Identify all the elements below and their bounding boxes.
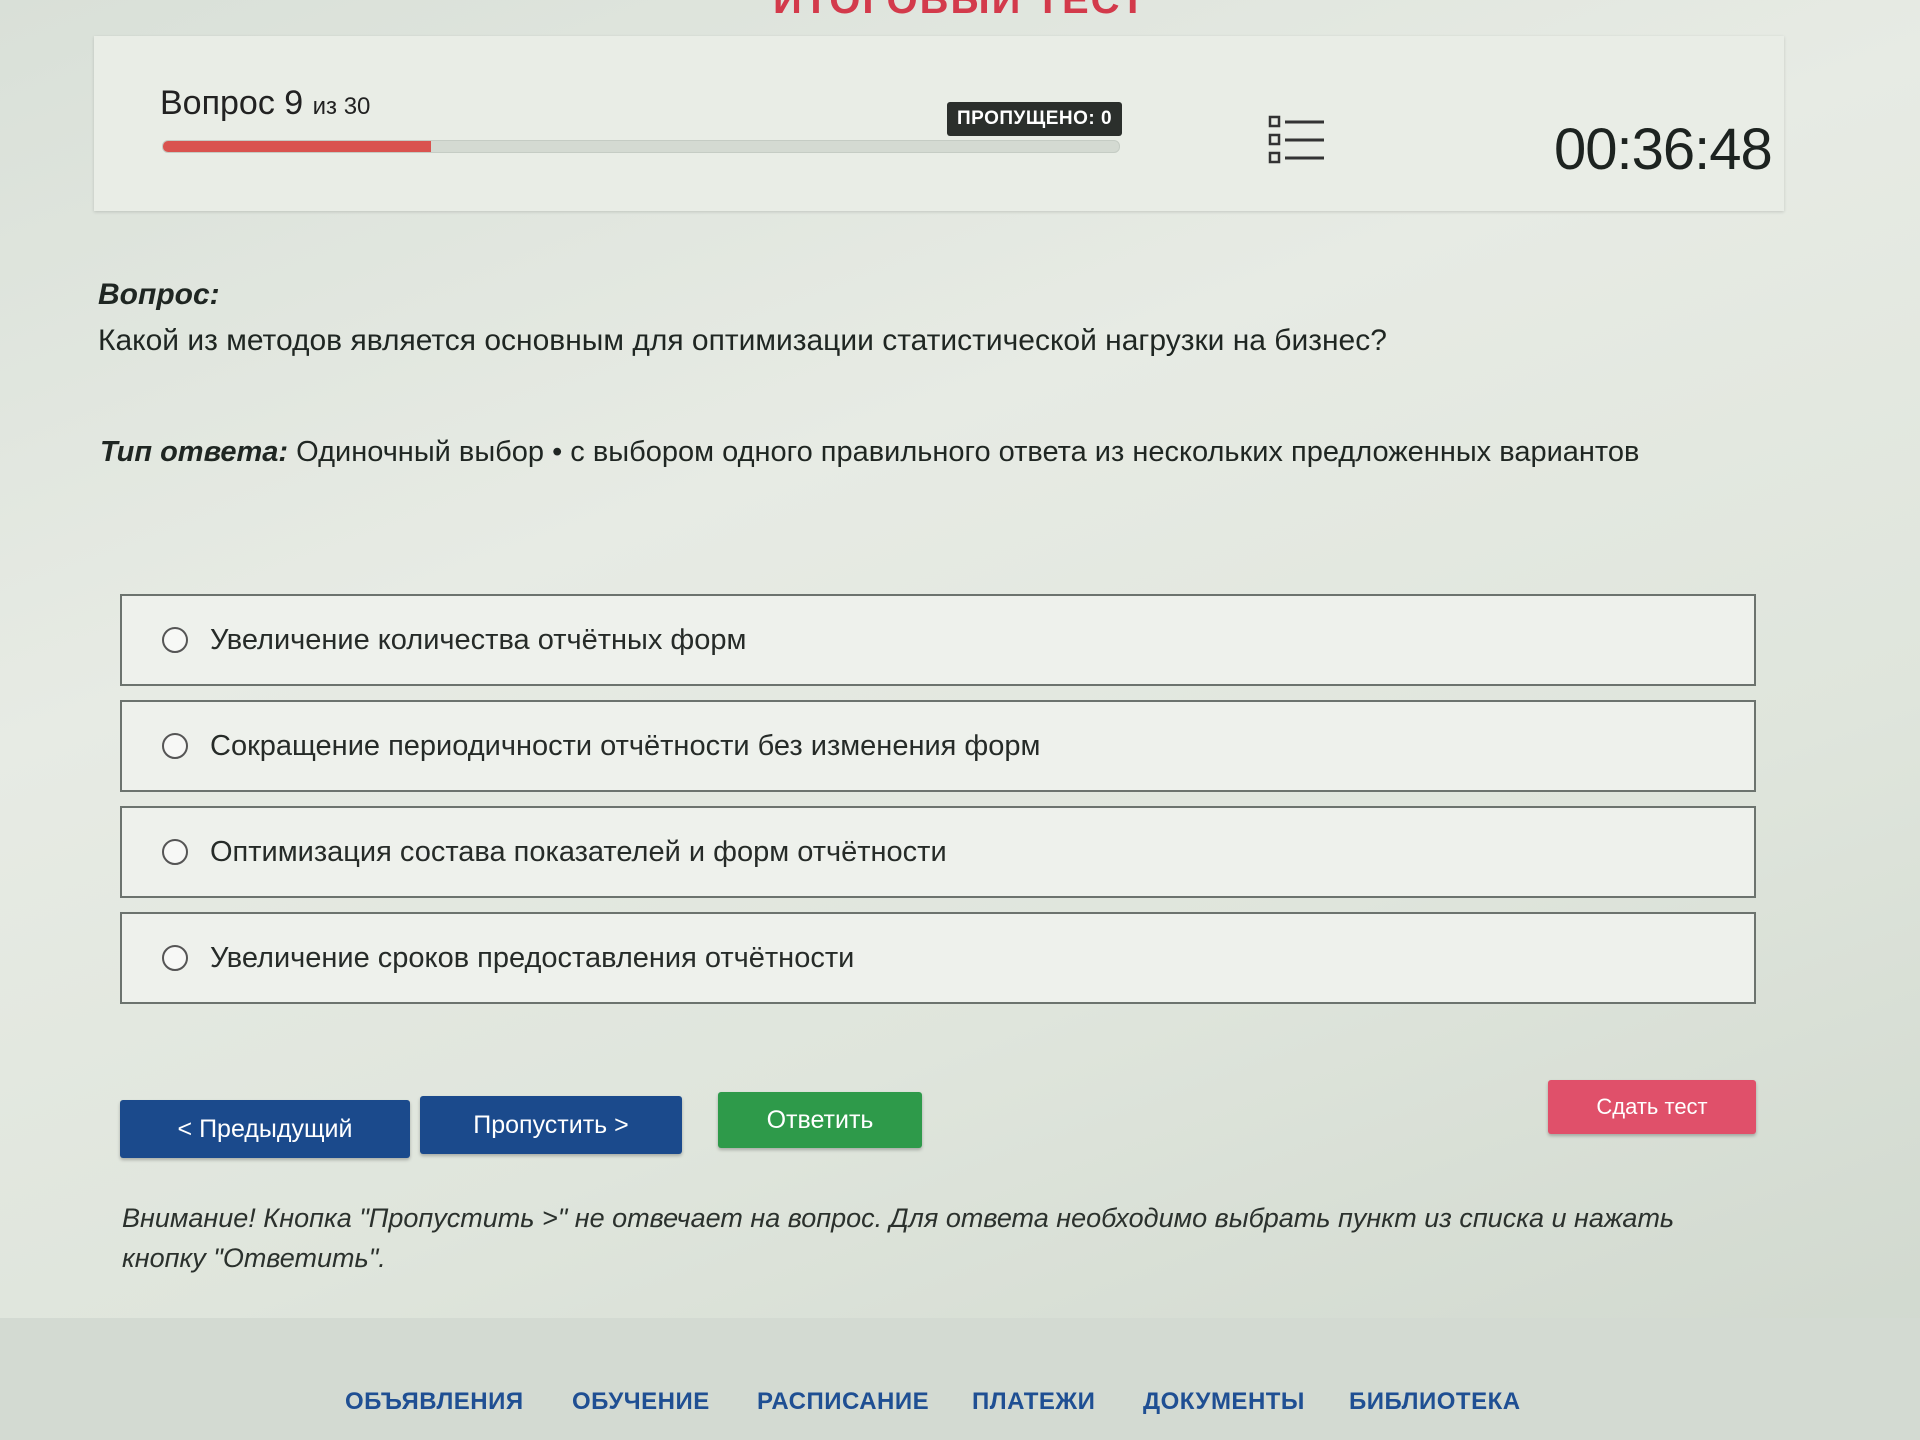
- question-number: Вопрос 9: [160, 84, 304, 122]
- answer-type-label: Тип ответа:: [100, 436, 289, 468]
- nav-item-documents[interactable]: ДОКУМЕНТЫ: [1143, 1388, 1305, 1416]
- answer-options: Увеличение количества отчётных форм Сокр…: [120, 594, 1756, 1018]
- nav-item-announcements[interactable]: ОБЪЯВЛЕНИЯ: [345, 1388, 524, 1416]
- test-header-panel: Вопрос 9 из 30 ПРОПУЩЕНО: 0 00:36:48: [94, 36, 1784, 211]
- question-total: из 30: [312, 93, 371, 120]
- submit-test-button[interactable]: Сдать тест: [1548, 1080, 1756, 1134]
- countdown-timer: 00:36:48: [1554, 117, 1773, 182]
- answer-option-label: Сокращение периодичности отчётности без …: [210, 729, 1041, 762]
- answer-type: Тип ответа: Одиночный выбор • с выбором …: [100, 436, 1639, 469]
- answer-type-text: Одиночный выбор • с выбором одного прави…: [288, 436, 1640, 468]
- progress-bar: [162, 140, 1120, 153]
- radio-button[interactable]: [162, 945, 188, 971]
- question-text: Какой из методов является основным для о…: [98, 324, 1387, 357]
- nav-item-learning[interactable]: ОБУЧЕНИЕ: [572, 1388, 710, 1416]
- radio-button[interactable]: [162, 733, 188, 759]
- question-counter: Вопрос 9 из 30: [160, 84, 370, 123]
- answer-option[interactable]: Сокращение периодичности отчётности без …: [120, 700, 1756, 792]
- radio-button[interactable]: [162, 839, 188, 865]
- radio-button[interactable]: [162, 627, 188, 653]
- answer-option-label: Оптимизация состава показателей и форм о…: [210, 835, 947, 868]
- answer-option-label: Увеличение количества отчётных форм: [210, 623, 747, 656]
- page-heading: ИТОГОВЫЙ ТЕСТ: [773, 0, 1147, 22]
- answer-option[interactable]: Оптимизация состава показателей и форм о…: [120, 806, 1756, 898]
- answer-button[interactable]: Ответить: [718, 1092, 922, 1148]
- skipped-count-badge: ПРОПУЩЕНО: 0: [947, 102, 1123, 136]
- skip-button[interactable]: Пропустить >: [420, 1096, 682, 1154]
- previous-button[interactable]: < Предыдущий: [120, 1100, 410, 1158]
- answer-option-label: Увеличение сроков предоставления отчётно…: [210, 941, 855, 974]
- answer-option[interactable]: Увеличение количества отчётных форм: [120, 594, 1756, 686]
- answer-option[interactable]: Увеличение сроков предоставления отчётно…: [120, 912, 1756, 1004]
- footer-nav: ОБЪЯВЛЕНИЯ ОБУЧЕНИЕ РАСПИСАНИЕ ПЛАТЕЖИ Д…: [0, 1318, 1920, 1440]
- warning-text: Внимание! Кнопка "Пропустить >" не отвеч…: [122, 1203, 1675, 1273]
- progress-bar-fill: [163, 141, 431, 152]
- nav-item-schedule[interactable]: РАСПИСАНИЕ: [757, 1388, 929, 1416]
- nav-item-payments[interactable]: ПЛАТЕЖИ: [972, 1388, 1095, 1416]
- nav-item-library[interactable]: БИБЛИОТЕКА: [1349, 1388, 1521, 1416]
- question-label: Вопрос:: [98, 278, 220, 311]
- question-list-icon[interactable]: [1268, 114, 1326, 166]
